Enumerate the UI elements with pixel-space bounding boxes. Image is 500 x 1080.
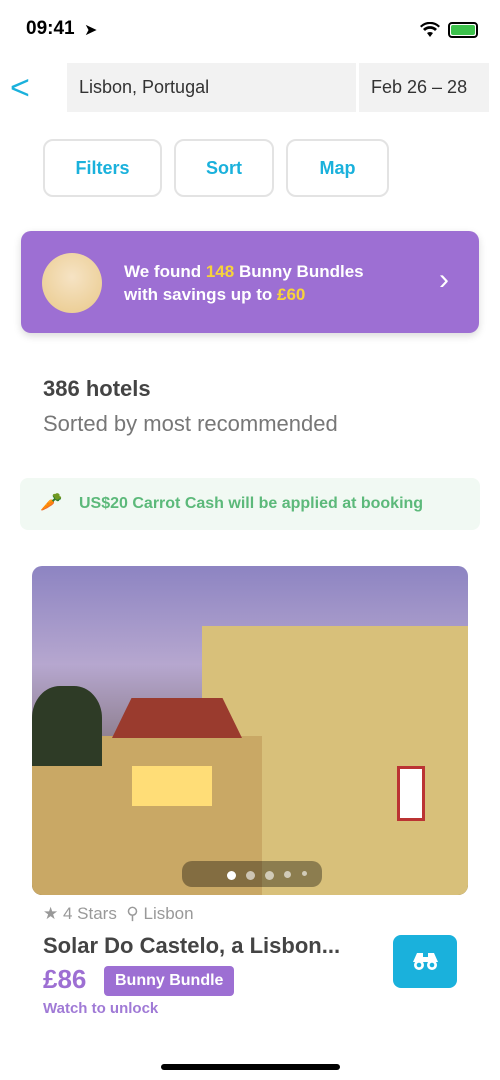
binoculars-icon bbox=[413, 953, 438, 970]
bunny-mascot-icon bbox=[42, 253, 102, 313]
wifi-icon bbox=[420, 22, 440, 37]
results-count: 386 hotels bbox=[43, 376, 151, 401]
star-icon: ★ bbox=[43, 904, 59, 923]
hotel-name[interactable]: Solar Do Castelo, a Lisbon... bbox=[43, 933, 340, 959]
carrot-cash-notice: 🥕 US$20 Carrot Cash will be applied at b… bbox=[20, 478, 480, 530]
carousel-dot[interactable] bbox=[246, 871, 255, 880]
watch-to-unlock-link[interactable]: Watch to unlock bbox=[43, 1000, 158, 1017]
watch-button[interactable] bbox=[393, 935, 457, 988]
carousel-dot-active[interactable] bbox=[227, 871, 236, 880]
carrot-icon: 🥕 bbox=[40, 492, 63, 512]
bunny-bundle-badge: Bunny Bundle bbox=[104, 966, 235, 996]
location-pin-icon: ⚲ bbox=[126, 904, 139, 923]
dates-field[interactable]: Feb 26 – 28 bbox=[359, 63, 489, 112]
sort-button[interactable]: Sort bbox=[174, 139, 274, 197]
carousel-dot[interactable] bbox=[265, 871, 274, 880]
hotel-price: £86 bbox=[43, 964, 87, 994]
back-button[interactable]: < bbox=[10, 70, 36, 106]
banner-text: We found 148 Bunny Bundles with savings … bbox=[124, 262, 364, 304]
carousel-dot[interactable] bbox=[284, 871, 291, 878]
map-button[interactable]: Map bbox=[286, 139, 389, 197]
carousel-dot[interactable] bbox=[302, 871, 307, 876]
filters-button[interactable]: Filters bbox=[43, 139, 162, 197]
hotel-meta: ★ 4 Stars ⚲ Lisbon bbox=[43, 904, 194, 923]
status-time: 09:41 bbox=[26, 18, 75, 39]
hotel-photo[interactable] bbox=[32, 566, 468, 895]
home-indicator[interactable] bbox=[161, 1064, 340, 1070]
sort-description: Sorted by most recommended bbox=[43, 411, 338, 436]
location-arrow-icon: ➤ bbox=[84, 22, 98, 39]
battery-icon bbox=[448, 22, 478, 38]
location-field[interactable]: Lisbon, Portugal bbox=[67, 63, 356, 112]
chevron-right-icon: › bbox=[439, 263, 449, 296]
bunny-bundles-banner[interactable]: We found 148 Bunny Bundles with savings … bbox=[21, 231, 479, 333]
